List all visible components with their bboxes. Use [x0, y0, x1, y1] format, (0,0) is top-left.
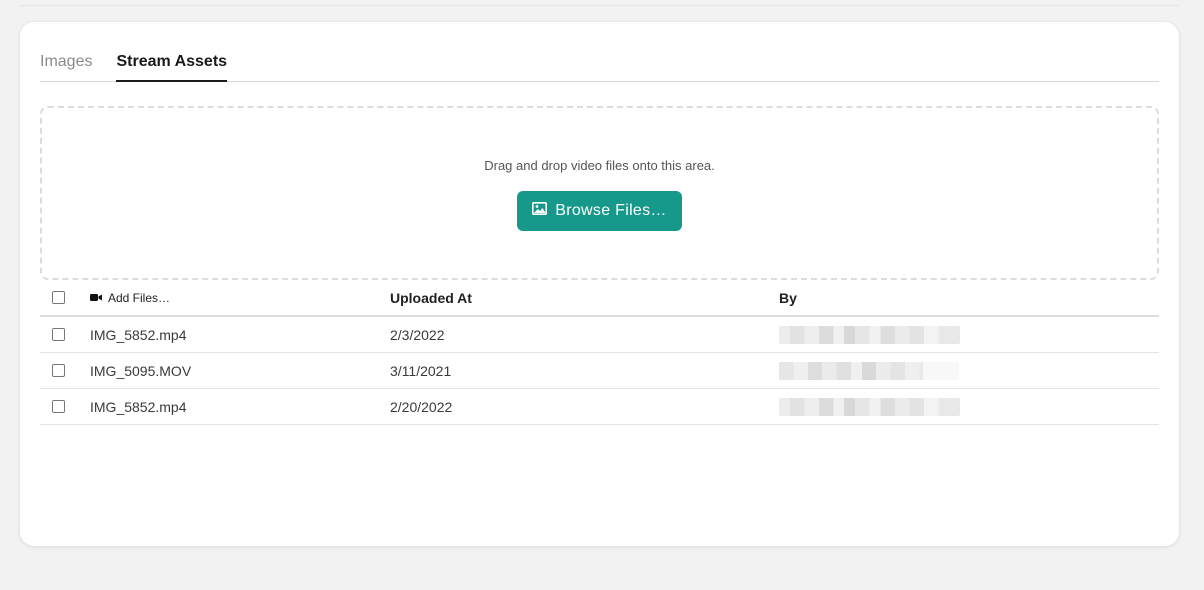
uploaded-at-header[interactable]: Uploaded At — [390, 290, 779, 306]
assets-card: Images Stream Assets Drag and drop video… — [20, 22, 1179, 546]
table-row[interactable]: IMG_5852.mp4 2/20/2022 — [40, 389, 1159, 425]
table-header-row: Add Files… Uploaded At By — [40, 280, 1159, 317]
file-name[interactable]: IMG_5095.MOV — [90, 363, 390, 379]
table-row[interactable]: IMG_5095.MOV 3/11/2021 — [40, 353, 1159, 389]
top-divider — [20, 5, 1179, 6]
file-name[interactable]: IMG_5852.mp4 — [90, 399, 390, 415]
tab-images[interactable]: Images — [40, 52, 92, 82]
video-dropzone[interactable]: Drag and drop video files onto this area… — [40, 106, 1159, 280]
uploader-name-redacted — [779, 397, 960, 416]
row-checkbox[interactable] — [52, 328, 65, 341]
add-files-label: Add Files… — [108, 290, 171, 305]
video-camera-icon — [90, 291, 102, 305]
browse-files-label: Browse Files… — [555, 202, 667, 219]
add-files-button[interactable]: Add Files… — [90, 291, 390, 305]
uploaded-date: 2/3/2022 — [390, 326, 445, 343]
uploader-name-redacted — [779, 325, 960, 344]
stream-assets-table: Add Files… Uploaded At By IMG_5852.mp4 2… — [40, 280, 1159, 425]
dropzone-instruction: Drag and drop video files onto this area… — [484, 158, 715, 173]
table-row[interactable]: IMG_5852.mp4 2/3/2022 — [40, 317, 1159, 353]
row-checkbox[interactable] — [52, 364, 65, 377]
uploaded-date: 2/20/2022 — [390, 398, 453, 415]
by-header[interactable]: By — [779, 290, 1159, 306]
image-icon — [532, 202, 548, 220]
select-all-checkbox[interactable] — [52, 291, 65, 304]
browse-files-button[interactable]: Browse Files… — [517, 191, 682, 231]
tab-stream-assets[interactable]: Stream Assets — [116, 52, 228, 82]
file-name[interactable]: IMG_5852.mp4 — [90, 327, 390, 343]
asset-tabs: Images Stream Assets — [40, 52, 1159, 82]
row-checkbox[interactable] — [52, 400, 65, 413]
uploader-name-redacted — [779, 361, 959, 380]
uploaded-date: 3/11/2021 — [390, 362, 452, 379]
